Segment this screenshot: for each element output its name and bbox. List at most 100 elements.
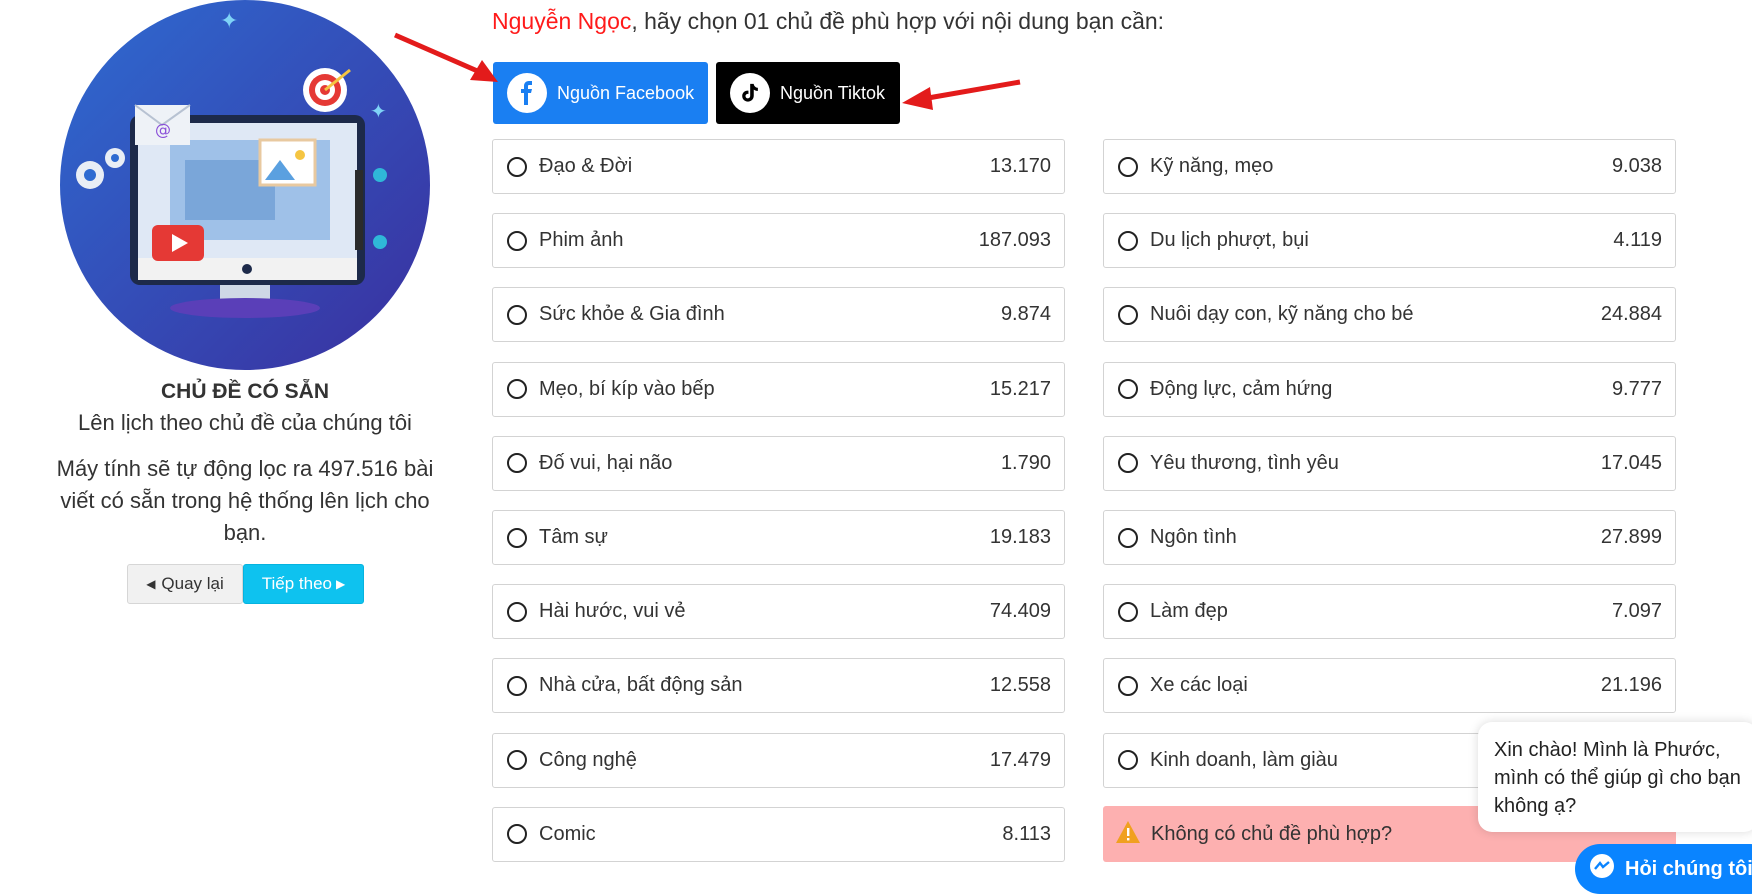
topic-label: Comic — [539, 822, 596, 845]
messenger-chat-button[interactable]: Hỏi chúng tôi — [1575, 844, 1752, 894]
radio-button[interactable] — [1118, 304, 1138, 325]
topic-option[interactable]: Hài hước, vui vẻ 74.409 — [492, 584, 1065, 640]
panel-subtitle: Lên lịch theo chủ đề của chúng tôi — [78, 410, 412, 435]
topic-count: 4.119 — [1613, 229, 1662, 252]
topic-count: 74.409 — [989, 600, 1051, 623]
messenger-chat-label: Hỏi chúng tôi — [1625, 857, 1752, 880]
topic-option[interactable]: Phim ảnh 187.093 — [492, 213, 1065, 269]
radio-button[interactable] — [1118, 601, 1138, 622]
topic-count: 1.790 — [1000, 451, 1051, 474]
topic-option[interactable]: Động lực, cảm hứng 9.777 — [1103, 361, 1676, 417]
radio-button[interactable] — [1118, 675, 1138, 696]
topic-option[interactable]: Nhà cửa, bất động sản 12.558 — [492, 658, 1065, 714]
no-topic-label: Không có chủ đề phù hợp? — [1151, 822, 1393, 845]
radio-button[interactable] — [507, 527, 527, 548]
arrow-to-facebook-icon — [393, 32, 498, 82]
topic-count: 13.170 — [989, 155, 1051, 177]
radio-button[interactable] — [507, 601, 527, 622]
topic-count: 8.113 — [1002, 822, 1051, 845]
chat-greeting: Xin chào! Mình là Phước, mình có thể giú… — [1494, 739, 1741, 817]
topic-option[interactable]: Du lịch phượt, bụi 4.119 — [1103, 213, 1676, 269]
topic-option[interactable]: Ngôn tình 27.899 — [1103, 510, 1676, 565]
radio-button[interactable] — [1118, 379, 1138, 400]
back-button[interactable]: ◀ Quay lại — [127, 564, 243, 604]
radio-button[interactable] — [1118, 156, 1138, 177]
topic-label: Nhà cửa, bất động sản — [539, 674, 743, 697]
topic-label: Mẹo, bí kíp vào bếp — [539, 377, 715, 400]
topic-label: Nuôi dạy con, kỹ năng cho bé — [1150, 303, 1414, 326]
facebook-icon — [507, 73, 547, 113]
hero-illustration: @ ✦ ✦ — [60, 0, 430, 370]
topic-option[interactable]: Kỹ năng, mẹo 9.038 — [1103, 139, 1676, 194]
topic-option[interactable]: Sức khỏe & Gia đình 9.874 — [492, 287, 1065, 343]
radio-button[interactable] — [507, 453, 527, 474]
next-button-label: Tiếp theo — [261, 574, 332, 593]
radio-button[interactable] — [507, 675, 527, 696]
next-button[interactable]: Tiếp theo ▶ — [243, 564, 364, 604]
topic-count: 19.183 — [989, 526, 1051, 548]
topic-label: Kỹ năng, mẹo — [1150, 155, 1274, 177]
caret-left-icon: ◀ — [146, 577, 156, 591]
radio-button[interactable] — [507, 379, 527, 400]
topic-label: Xe các loại — [1150, 674, 1248, 697]
tiktok-icon — [730, 73, 770, 113]
topic-option[interactable]: Xe các loại 21.196 — [1103, 658, 1676, 714]
topic-option[interactable]: Làm đẹp 7.097 — [1103, 584, 1676, 640]
back-button-label: Quay lại — [161, 574, 224, 593]
panel-title: CHỦ ĐỀ CÓ SẴN — [160, 380, 329, 403]
topic-option[interactable]: Nuôi dạy con, kỹ năng cho bé 24.884 — [1103, 287, 1676, 343]
facebook-source-label: Nguồn Facebook — [557, 82, 695, 103]
topic-count: 7.097 — [1611, 600, 1662, 623]
topic-count: 9.874 — [1000, 303, 1051, 326]
topic-label: Hài hước, vui vẻ — [539, 600, 686, 623]
radio-button[interactable] — [507, 824, 527, 845]
topic-count: 24.884 — [1600, 303, 1662, 326]
topic-label: Tâm sự — [539, 526, 608, 548]
topic-option[interactable]: Đạo & Đời 13.170 — [492, 139, 1065, 194]
radio-button[interactable] — [507, 750, 527, 771]
radio-button[interactable] — [1118, 527, 1138, 548]
topic-label: Ngôn tình — [1150, 526, 1237, 548]
topic-option[interactable]: Mẹo, bí kíp vào bếp 15.217 — [492, 361, 1065, 417]
warning-icon — [1115, 820, 1141, 849]
prompt-instruction: , hãy chọn 01 chủ đề phù hợp với nội dun… — [631, 8, 1165, 34]
topic-option[interactable]: Đố vui, hại não 1.790 — [492, 435, 1065, 491]
radio-button[interactable] — [1118, 453, 1138, 474]
topic-label: Phim ảnh — [539, 229, 624, 252]
topic-count: 17.479 — [989, 748, 1051, 771]
topic-count: 27.899 — [1600, 526, 1662, 548]
radio-button[interactable] — [1118, 750, 1138, 771]
topic-label: Công nghệ — [539, 748, 637, 771]
user-name: Nguyễn Ngọc — [492, 8, 632, 34]
topic-label: Đố vui, hại não — [539, 451, 673, 474]
topic-count: 9.777 — [1611, 377, 1662, 400]
svg-text:@: @ — [155, 120, 171, 139]
radio-button[interactable] — [507, 230, 527, 251]
topic-label: Làm đẹp — [1150, 600, 1228, 623]
topic-count: 17.045 — [1600, 451, 1662, 474]
topic-label: Sức khỏe & Gia đình — [539, 303, 725, 326]
svg-text:✦: ✦ — [370, 99, 387, 123]
radio-button[interactable] — [507, 156, 527, 177]
prompt-text: Nguyễn Ngọc, hãy chọn 01 chủ đề phù hợp … — [492, 8, 1164, 35]
topic-label: Yêu thương, tình yêu — [1150, 451, 1339, 474]
arrow-to-tiktok-icon — [902, 79, 1021, 110]
topic-count: 9.038 — [1611, 155, 1662, 177]
svg-text:✦: ✦ — [220, 9, 238, 34]
topic-option[interactable]: Công nghệ 17.479 — [492, 732, 1065, 788]
tiktok-source-button[interactable]: Nguồn Tiktok — [716, 62, 900, 124]
topic-option[interactable]: Tâm sự 19.183 — [492, 510, 1065, 565]
facebook-source-button[interactable]: Nguồn Facebook — [493, 62, 708, 124]
caret-right-icon: ▶ — [336, 577, 346, 591]
topic-count: 15.217 — [989, 377, 1051, 400]
topic-count: 12.558 — [989, 674, 1051, 697]
radio-button[interactable] — [1118, 230, 1138, 251]
topic-label: Du lịch phượt, bụi — [1150, 229, 1309, 252]
topic-option[interactable]: Comic 8.113 — [492, 806, 1065, 862]
topic-count: 21.196 — [1600, 674, 1662, 697]
panel-description: Máy tính sẽ tự động lọc ra 497.516 bài v… — [56, 456, 434, 545]
topic-label: Đạo & Đời — [539, 155, 633, 177]
topic-option[interactable]: Yêu thương, tình yêu 17.045 — [1103, 435, 1676, 491]
radio-button[interactable] — [507, 304, 527, 325]
messenger-icon — [1589, 853, 1615, 885]
